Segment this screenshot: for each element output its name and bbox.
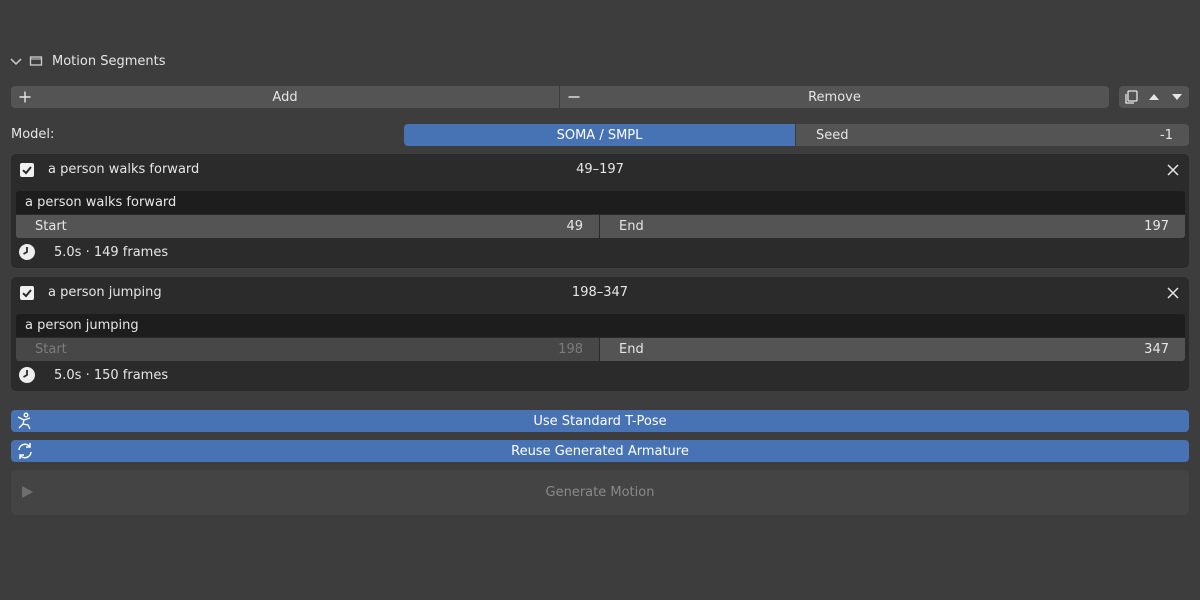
segment-header: 198–347 a person jumping <box>11 277 1189 311</box>
generate-label: Generate Motion <box>545 485 655 500</box>
end-value: 347 <box>1144 342 1169 357</box>
segment-title: a person jumping <box>48 285 162 300</box>
start-value: 49 <box>566 219 583 234</box>
duplicate-icon[interactable] <box>1119 86 1142 108</box>
duration-text: 5.0s · 150 frames <box>54 367 169 383</box>
segment-card: 198–347 a person jumping a person jumpin… <box>11 277 1189 391</box>
segment-range: 198–347 <box>571 285 629 300</box>
list-tools <box>1119 86 1189 108</box>
close-icon[interactable] <box>1166 163 1180 177</box>
start-frame-field: Start 198 <box>16 338 599 361</box>
seed-value: -1 <box>1160 127 1173 143</box>
reuse-armature-toggle[interactable]: Reuse Generated Armature <box>11 440 1189 462</box>
seed-label: Seed <box>816 127 849 143</box>
move-up-icon[interactable] <box>1142 86 1165 108</box>
segment-header: 49–197 a person walks forward <box>11 154 1189 188</box>
clock-icon <box>18 366 36 384</box>
reuse-label: Reuse Generated Armature <box>511 443 689 459</box>
end-label: End <box>619 219 644 234</box>
prompt-input[interactable]: a person jumping <box>16 314 1185 337</box>
play-icon <box>19 484 35 500</box>
armature-pose-icon <box>15 411 35 431</box>
panel-window-icon <box>28 53 44 69</box>
add-button[interactable]: Add <box>11 86 559 108</box>
panel-title: Motion Segments <box>52 53 166 69</box>
tpose-label: Use Standard T-Pose <box>533 413 667 429</box>
use-tpose-toggle[interactable]: Use Standard T-Pose <box>11 410 1189 432</box>
end-value: 197 <box>1144 219 1169 234</box>
end-label: End <box>619 342 644 357</box>
segment-card: 49–197 a person walks forward a person w… <box>11 154 1189 268</box>
model-label: Model: <box>11 127 55 142</box>
end-frame-field[interactable]: End 347 <box>600 338 1185 361</box>
move-down-icon[interactable] <box>1165 86 1188 108</box>
duration-info: 5.0s · 150 frames <box>18 366 168 384</box>
add-label: Add <box>272 89 298 105</box>
panel-header[interactable]: Motion Segments <box>8 50 165 72</box>
duration-text: 5.0s · 149 frames <box>54 244 169 260</box>
plus-icon <box>17 89 33 105</box>
clock-icon <box>18 243 36 261</box>
refresh-icon <box>15 441 35 461</box>
generate-motion-button[interactable]: Generate Motion <box>11 470 1189 515</box>
duration-info: 5.0s · 149 frames <box>18 243 168 261</box>
start-label: Start <box>35 219 67 234</box>
end-frame-field[interactable]: End 197 <box>600 215 1185 238</box>
start-frame-field[interactable]: Start 49 <box>16 215 599 238</box>
minus-icon <box>566 89 582 105</box>
model-selector[interactable]: SOMA / SMPL <box>404 124 795 146</box>
chevron-down-icon[interactable] <box>8 53 24 69</box>
close-icon[interactable] <box>1166 286 1180 300</box>
segment-title: a person walks forward <box>48 162 200 177</box>
remove-button[interactable]: Remove <box>560 86 1109 108</box>
start-value: 198 <box>558 342 583 357</box>
start-label: Start <box>35 342 67 357</box>
prompt-input[interactable]: a person walks forward <box>16 191 1185 214</box>
seed-field[interactable]: Seed -1 <box>796 124 1189 146</box>
remove-label: Remove <box>808 89 861 105</box>
